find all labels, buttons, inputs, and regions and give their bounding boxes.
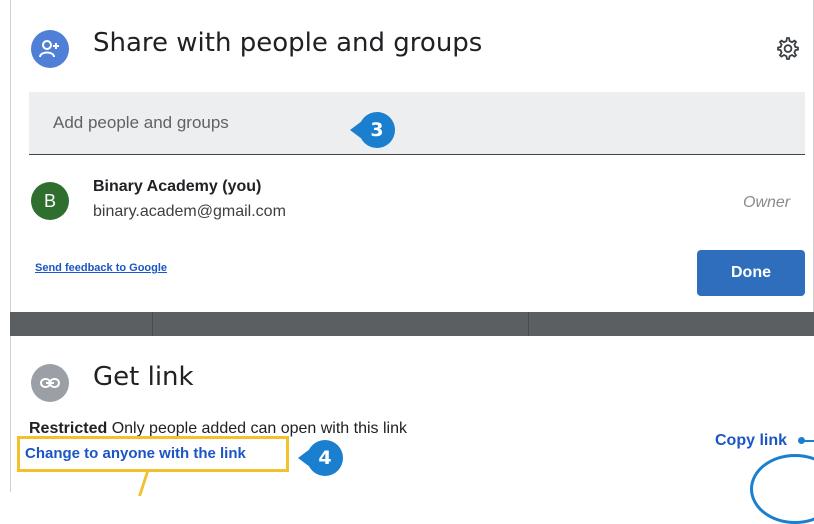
copy-link-button[interactable]: Copy link	[715, 432, 787, 450]
restricted-text: Only people added can open with this lin…	[107, 420, 407, 437]
restricted-label: Restricted	[29, 420, 108, 437]
person-role: Owner	[743, 194, 791, 211]
add-people-input[interactable]	[51, 106, 475, 140]
avatar: B	[31, 182, 69, 220]
share-dialog-title: Share with people and groups	[93, 28, 483, 58]
divider-segment	[152, 312, 153, 336]
person-name: Binary Academy (you)	[93, 178, 262, 195]
pointer-line	[798, 437, 814, 444]
get-link-panel: Get link Restricted Only people added ca…	[10, 336, 814, 492]
share-dialog: Share with people and groups 3 B Binary …	[10, 0, 814, 312]
change-to-anyone-link[interactable]: Change to anyone with the link	[25, 445, 246, 462]
step-callout-3: 3	[350, 112, 395, 148]
send-feedback-link[interactable]: Send feedback to Google	[35, 262, 167, 274]
step-callout-4: 4	[298, 440, 343, 476]
person-email: binary.academ@gmail.com	[93, 203, 286, 220]
link-icon	[31, 364, 69, 402]
add-person-icon	[31, 30, 69, 68]
divider-segment	[528, 312, 529, 336]
divider-band	[10, 312, 814, 336]
add-people-field[interactable]	[29, 92, 805, 155]
get-link-title: Get link	[93, 362, 194, 392]
done-button[interactable]: Done	[697, 250, 805, 296]
gear-icon[interactable]	[775, 36, 799, 60]
